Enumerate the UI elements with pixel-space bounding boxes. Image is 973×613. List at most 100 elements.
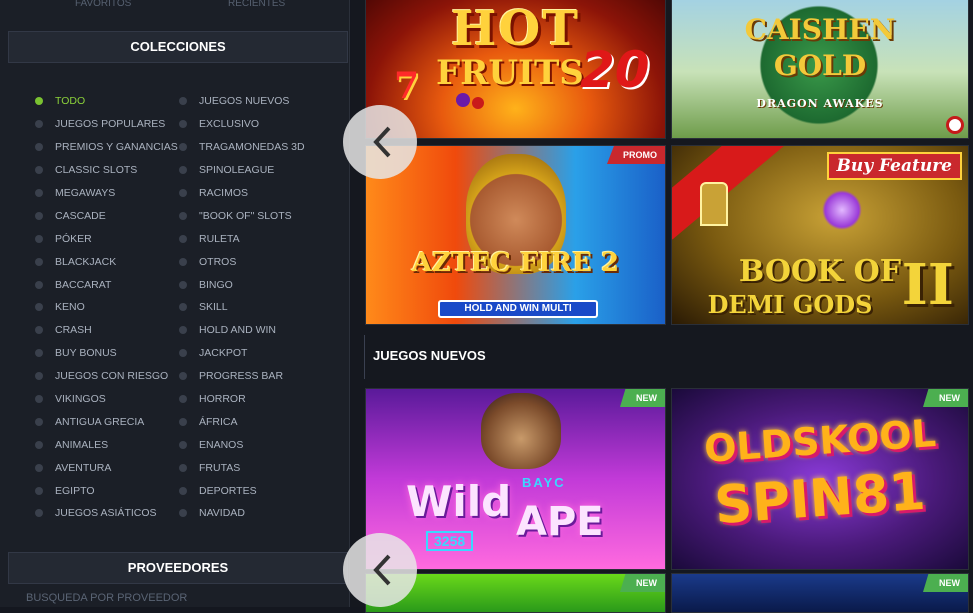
collection-item[interactable]: CLASSIC SLOTS: [35, 159, 178, 182]
bullet-icon: [179, 395, 187, 404]
collection-item[interactable]: ANTIGUA GRECIA: [35, 410, 178, 433]
bullet-icon: [35, 372, 43, 381]
collection-item[interactable]: EXCLUSIVO: [179, 113, 305, 136]
bullet-icon: [179, 166, 187, 175]
provider-search-input[interactable]: BUSQUEDA POR PROVEEDOR: [26, 592, 187, 604]
collection-item[interactable]: ÁFRICA: [179, 410, 305, 433]
collection-item[interactable]: PREMIOS Y GANANCIAS: [35, 136, 178, 159]
collection-label: MEGAWAYS: [55, 187, 116, 199]
collection-item[interactable]: EGIPTO: [35, 479, 178, 502]
game-subtitle: APE: [516, 499, 604, 545]
collection-label: HOLD AND WIN: [199, 324, 277, 337]
collection-item[interactable]: KENO: [35, 296, 178, 319]
game-tile-hot-fruits-20[interactable]: HOT FRUITS 20 7: [365, 0, 666, 139]
bullet-icon: [35, 440, 43, 449]
bullet-icon: [179, 189, 187, 197]
colecciones-right-column: JUEGOS NUEVOS EXCLUSIVO TRAGAMONEDAS 3D SPI…: [179, 90, 305, 525]
collection-label: SPINOLEAGUE: [199, 164, 275, 177]
collection-item[interactable]: DEPORTES: [179, 479, 305, 502]
collection-label: RACIMOS: [199, 187, 249, 199]
collection-label: BINGO: [199, 278, 233, 291]
game-tile-partial-right[interactable]: NEW: [671, 573, 969, 613]
collection-item[interactable]: BUY BONUS: [35, 342, 178, 365]
collection-label: JACKPOT: [199, 347, 248, 360]
main-content: HOT FRUITS 20 7 CAISHEN GOLD DRAGON AWAK…: [343, 0, 973, 613]
favoritos-link[interactable]: FAVORITOS: [75, 0, 131, 9]
carousel-prev-button-2[interactable]: [343, 533, 417, 607]
collection-item[interactable]: TODO: [35, 90, 178, 113]
bullet-icon: [179, 463, 187, 472]
section-title-juegos-nuevos: JUEGOS NUEVOS: [364, 335, 486, 379]
collection-label: PÓKER: [55, 232, 92, 245]
recientes-link[interactable]: RECIENTES: [228, 0, 285, 9]
promo-badge: PROMO: [606, 146, 665, 164]
collection-item[interactable]: "BOOK OF" SLOTS: [179, 204, 305, 227]
collection-item[interactable]: ENANOS: [179, 433, 305, 456]
bullet-icon: [35, 509, 43, 518]
game-tile-oldskool-spin81[interactable]: OLDSKOOL SPIN81 NEW: [671, 388, 969, 570]
game-tile-caishen-gold[interactable]: CAISHEN GOLD DRAGON AWAKES: [671, 0, 969, 139]
bullet-icon: [35, 486, 43, 495]
collection-item[interactable]: ANIMALES: [35, 433, 178, 456]
collection-item[interactable]: MEGAWAYS: [35, 182, 178, 205]
new-badge: NEW: [923, 389, 968, 407]
collection-item[interactable]: PROGRESS BAR: [179, 365, 305, 388]
collection-label: JUEGOS NUEVOS: [199, 95, 290, 108]
collection-item[interactable]: TRAGAMONEDAS 3D: [179, 136, 305, 159]
collection-label: KENO: [55, 301, 85, 314]
game-code: 3258: [426, 531, 474, 551]
game-number: 20: [580, 41, 650, 99]
game-tile-wild-ape[interactable]: Wild APE BAYC 3258 NEW: [365, 388, 666, 570]
carousel-prev-button[interactable]: [343, 105, 417, 179]
collection-label: BACCARAT: [55, 278, 112, 291]
bullet-icon: [35, 257, 43, 266]
game-title: AZTEC FIRE 2: [411, 248, 620, 278]
collection-item[interactable]: JUEGOS CON RIESGO: [35, 365, 178, 388]
collection-item[interactable]: VIKINGOS: [35, 388, 178, 411]
new-badge: NEW: [620, 574, 665, 592]
game-title: CAISHEN: [744, 13, 896, 46]
collection-label: EGIPTO: [55, 484, 95, 497]
collection-item[interactable]: CRASH: [35, 319, 178, 342]
collection-label: FRUTAS: [199, 461, 241, 474]
collection-item[interactable]: PÓKER: [35, 227, 178, 250]
collection-label: ANIMALES: [55, 438, 109, 451]
bullet-icon: [35, 211, 43, 220]
buy-feature-badge: Buy Feature: [826, 152, 962, 180]
cherry-icon: [472, 97, 484, 109]
collection-item[interactable]: SPINOLEAGUE: [179, 159, 305, 182]
colecciones-header[interactable]: COLECCIONES: [8, 31, 348, 63]
collection-item[interactable]: FRUTAS: [179, 456, 305, 479]
bullet-icon: [35, 120, 43, 129]
collection-item[interactable]: BINGO: [179, 273, 305, 296]
game-tile-book-of-demi-gods-ii[interactable]: BOOK OF DEMI GODS II Buy Feature: [671, 145, 969, 325]
collection-item[interactable]: RULETA: [179, 227, 305, 250]
seven-icon: 7: [394, 65, 420, 107]
bullet-icon: [35, 234, 43, 243]
collection-item[interactable]: JUEGOS NUEVOS: [179, 90, 305, 113]
collection-item[interactable]: JUEGOS POPULARES: [35, 113, 178, 136]
bullet-icon: [179, 211, 187, 220]
collection-item[interactable]: CASCADE: [35, 204, 178, 227]
chevron-left-icon: [373, 126, 391, 158]
collection-item[interactable]: HORROR: [179, 388, 305, 411]
collection-item[interactable]: BLACKJACK: [35, 250, 178, 273]
collection-item[interactable]: NAVIDAD: [179, 502, 305, 525]
collection-label: RULETA: [199, 232, 240, 245]
bullet-icon: [179, 120, 187, 129]
collection-item[interactable]: HOLD AND WIN: [179, 319, 305, 342]
collection-label: SKILL: [199, 301, 228, 314]
collection-item[interactable]: AVENTURA: [35, 456, 178, 479]
collection-item[interactable]: OTROS: [179, 250, 305, 273]
collection-item[interactable]: BACCARAT: [35, 273, 178, 296]
bullet-icon: [35, 417, 43, 426]
collection-item[interactable]: JACKPOT: [179, 342, 305, 365]
proveedores-header[interactable]: PROVEEDORES: [8, 552, 348, 584]
bullet-icon: [35, 395, 43, 404]
collection-label: TODO: [55, 95, 86, 108]
collection-item[interactable]: RACIMOS: [179, 182, 305, 205]
colecciones-left-column: TODO JUEGOS POPULARES PREMIOS Y GANANCIAS C…: [35, 90, 178, 525]
collection-item[interactable]: JUEGOS ASIÁTICOS: [35, 502, 178, 525]
collection-item[interactable]: SKILL: [179, 296, 305, 319]
game-tile-aztec-fire-2[interactable]: AZTEC FIRE 2 HOLD AND WIN MULTI PROMO: [365, 145, 666, 325]
